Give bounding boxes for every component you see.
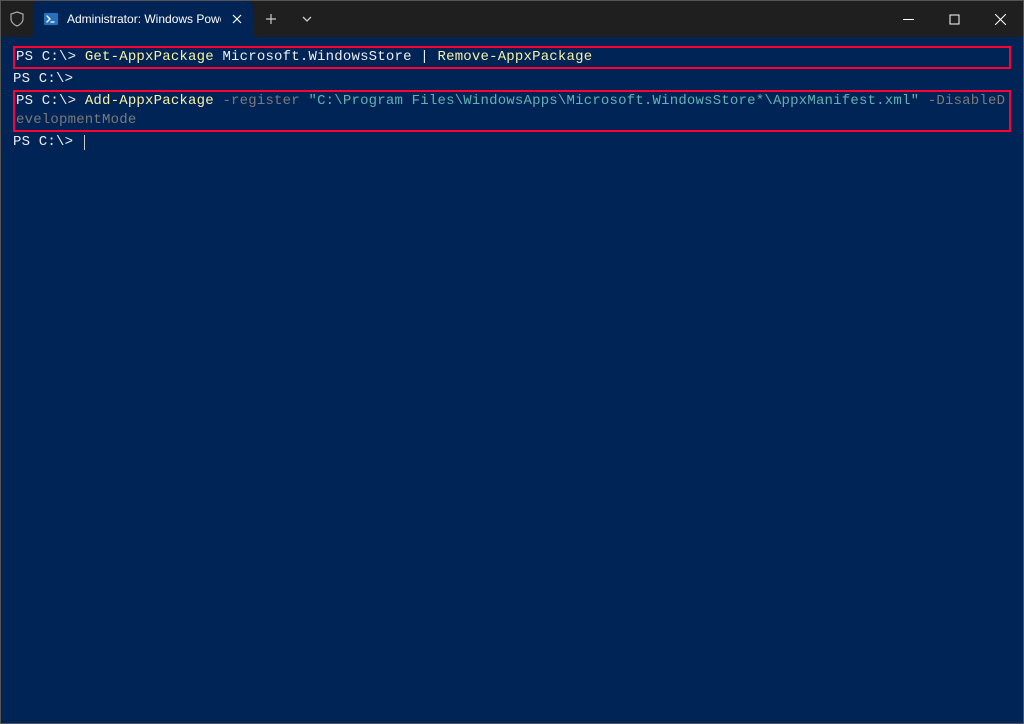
tab-title: Administrator: Windows Powe: [67, 12, 221, 26]
prompt: PS C:\>: [16, 93, 85, 109]
shield-icon: [1, 1, 33, 37]
highlighted-command-1: PS C:\> Get-AppxPackage Microsoft.Window…: [13, 46, 1011, 69]
prompt: PS C:\>: [16, 49, 85, 65]
pipe-operator: |: [420, 49, 429, 65]
highlighted-command-2: PS C:\> Add-AppxPackage -register "C:\Pr…: [13, 90, 1011, 132]
command-text: Add-AppxPackage: [85, 93, 214, 109]
minimize-button[interactable]: [885, 1, 931, 37]
tab-close-button[interactable]: [229, 11, 245, 27]
cursor: [84, 135, 85, 150]
terminal-line: PS C:\>: [13, 133, 1011, 152]
maximize-button[interactable]: [931, 1, 977, 37]
window-controls: [885, 1, 1023, 37]
terminal-line: PS C:\> Get-AppxPackage Microsoft.Window…: [16, 48, 1008, 67]
tab-powershell[interactable]: Administrator: Windows Powe: [33, 1, 253, 37]
terminal-output[interactable]: PS C:\> Get-AppxPackage Microsoft.Window…: [1, 37, 1023, 164]
prompt: PS C:\>: [13, 134, 82, 150]
titlebar-left: Administrator: Windows Powe: [1, 1, 885, 37]
powershell-icon: [43, 11, 59, 27]
terminal-line: PS C:\> Add-AppxPackage -register "C:\Pr…: [16, 92, 1008, 130]
flag-text: -register: [214, 93, 309, 109]
command-text: Get-AppxPackage: [85, 49, 214, 65]
close-button[interactable]: [977, 1, 1023, 37]
new-tab-button[interactable]: [253, 1, 289, 37]
argument-text: Microsoft.WindowsStore: [214, 49, 420, 65]
terminal-line: PS C:\>: [13, 70, 1011, 89]
titlebar: Administrator: Windows Powe: [1, 1, 1023, 37]
string-text: "C:\Program Files\WindowsApps\Microsoft.…: [308, 93, 919, 109]
tab-dropdown-button[interactable]: [289, 1, 325, 37]
prompt: PS C:\>: [13, 71, 73, 87]
command-text: Remove-AppxPackage: [429, 49, 592, 65]
